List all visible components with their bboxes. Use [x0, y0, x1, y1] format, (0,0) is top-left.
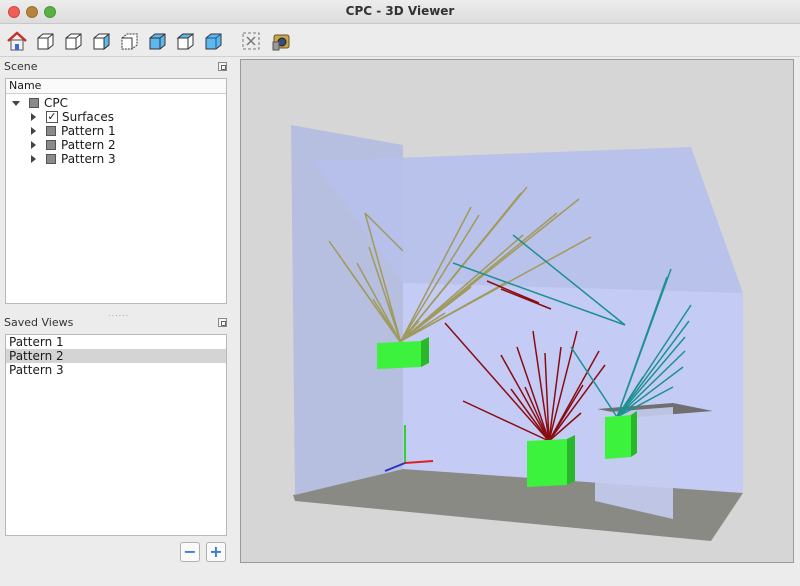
view-cube-left-icon — [121, 33, 138, 50]
tree-item-cpc[interactable]: CPC — [12, 96, 68, 110]
group-icon — [46, 126, 56, 136]
view-cube-right-icon — [93, 32, 110, 51]
tree-item-label: CPC — [44, 96, 68, 110]
saved-view-item[interactable]: Pattern 1 — [6, 335, 226, 349]
scene-tree[interactable]: Name CPC ✓ Surfaces Pattern 1 Pattern 2 … — [5, 78, 227, 304]
expand-arrow-icon[interactable] — [31, 141, 36, 149]
scene-canvas[interactable] — [241, 60, 794, 563]
source-3-front — [605, 415, 631, 459]
view-cube-icon — [37, 33, 54, 50]
view-top-button[interactable] — [145, 29, 169, 53]
saved-views-title: Saved Views — [4, 316, 74, 329]
view-bottom-button[interactable] — [201, 29, 225, 53]
expand-arrow-icon[interactable] — [31, 113, 36, 121]
source-1-front — [377, 341, 421, 369]
tree-item-pattern-3[interactable]: Pattern 3 — [31, 152, 116, 166]
saved-view-item[interactable]: Pattern 3 — [6, 363, 226, 377]
expand-arrow-icon[interactable] — [31, 155, 36, 163]
view-right-button[interactable] — [89, 29, 113, 53]
collapse-arrow-icon[interactable] — [12, 100, 20, 106]
source-2-side — [567, 435, 575, 485]
window-title: CPC - 3D Viewer — [345, 4, 455, 18]
group-icon — [29, 98, 39, 108]
tree-item-label: Pattern 3 — [61, 152, 116, 166]
tree-item-pattern-1[interactable]: Pattern 1 — [31, 124, 116, 138]
source-1-side — [421, 337, 429, 367]
scene-panel-float-button[interactable] — [218, 62, 227, 71]
expand-arrow-icon[interactable] — [31, 127, 36, 135]
view-iso-button[interactable] — [33, 29, 57, 53]
home-button[interactable] — [5, 29, 29, 53]
scene-panel-title: Scene — [4, 60, 38, 73]
title-bar: CPC - 3D Viewer — [0, 0, 800, 24]
source-2-front — [527, 439, 567, 487]
group-icon — [46, 154, 56, 164]
saved-views-list[interactable]: Pattern 1 Pattern 2 Pattern 3 — [5, 334, 227, 536]
remove-view-button[interactable]: − — [180, 542, 200, 562]
source-3-side — [631, 411, 637, 457]
view-front-button[interactable] — [61, 29, 85, 53]
tree-item-label: Surfaces — [62, 110, 114, 124]
view-cube-front-icon — [65, 33, 82, 50]
tree-item-label: Pattern 1 — [61, 124, 116, 138]
view-left-button[interactable] — [117, 29, 141, 53]
screenshot-button[interactable] — [269, 29, 293, 53]
tree-item-label: Pattern 2 — [61, 138, 116, 152]
view-cube-bottom-icon — [205, 33, 222, 50]
saved-view-item-selected[interactable]: Pattern 2 — [6, 349, 226, 363]
surfaces-checkbox[interactable]: ✓ — [46, 111, 58, 123]
view-cube-top-icon — [149, 33, 166, 50]
fit-selection-icon — [242, 32, 260, 50]
saved-views-float-button[interactable] — [218, 318, 227, 327]
view-cube-back-icon — [176, 33, 195, 50]
group-icon — [46, 140, 56, 150]
tree-item-pattern-2[interactable]: Pattern 2 — [31, 138, 116, 152]
fit-selection-button[interactable] — [239, 29, 263, 53]
camera-icon — [272, 34, 290, 51]
view-back-button[interactable] — [173, 29, 197, 53]
home-icon — [7, 31, 27, 51]
tree-item-surfaces[interactable]: ✓ Surfaces — [31, 110, 114, 124]
3d-viewport[interactable] — [240, 59, 794, 563]
toolbar — [0, 24, 800, 57]
scene-tree-column-header: Name — [6, 79, 226, 94]
panel-splitter-handle[interactable]: ...... — [108, 309, 129, 318]
add-view-button[interactable]: + — [206, 542, 226, 562]
